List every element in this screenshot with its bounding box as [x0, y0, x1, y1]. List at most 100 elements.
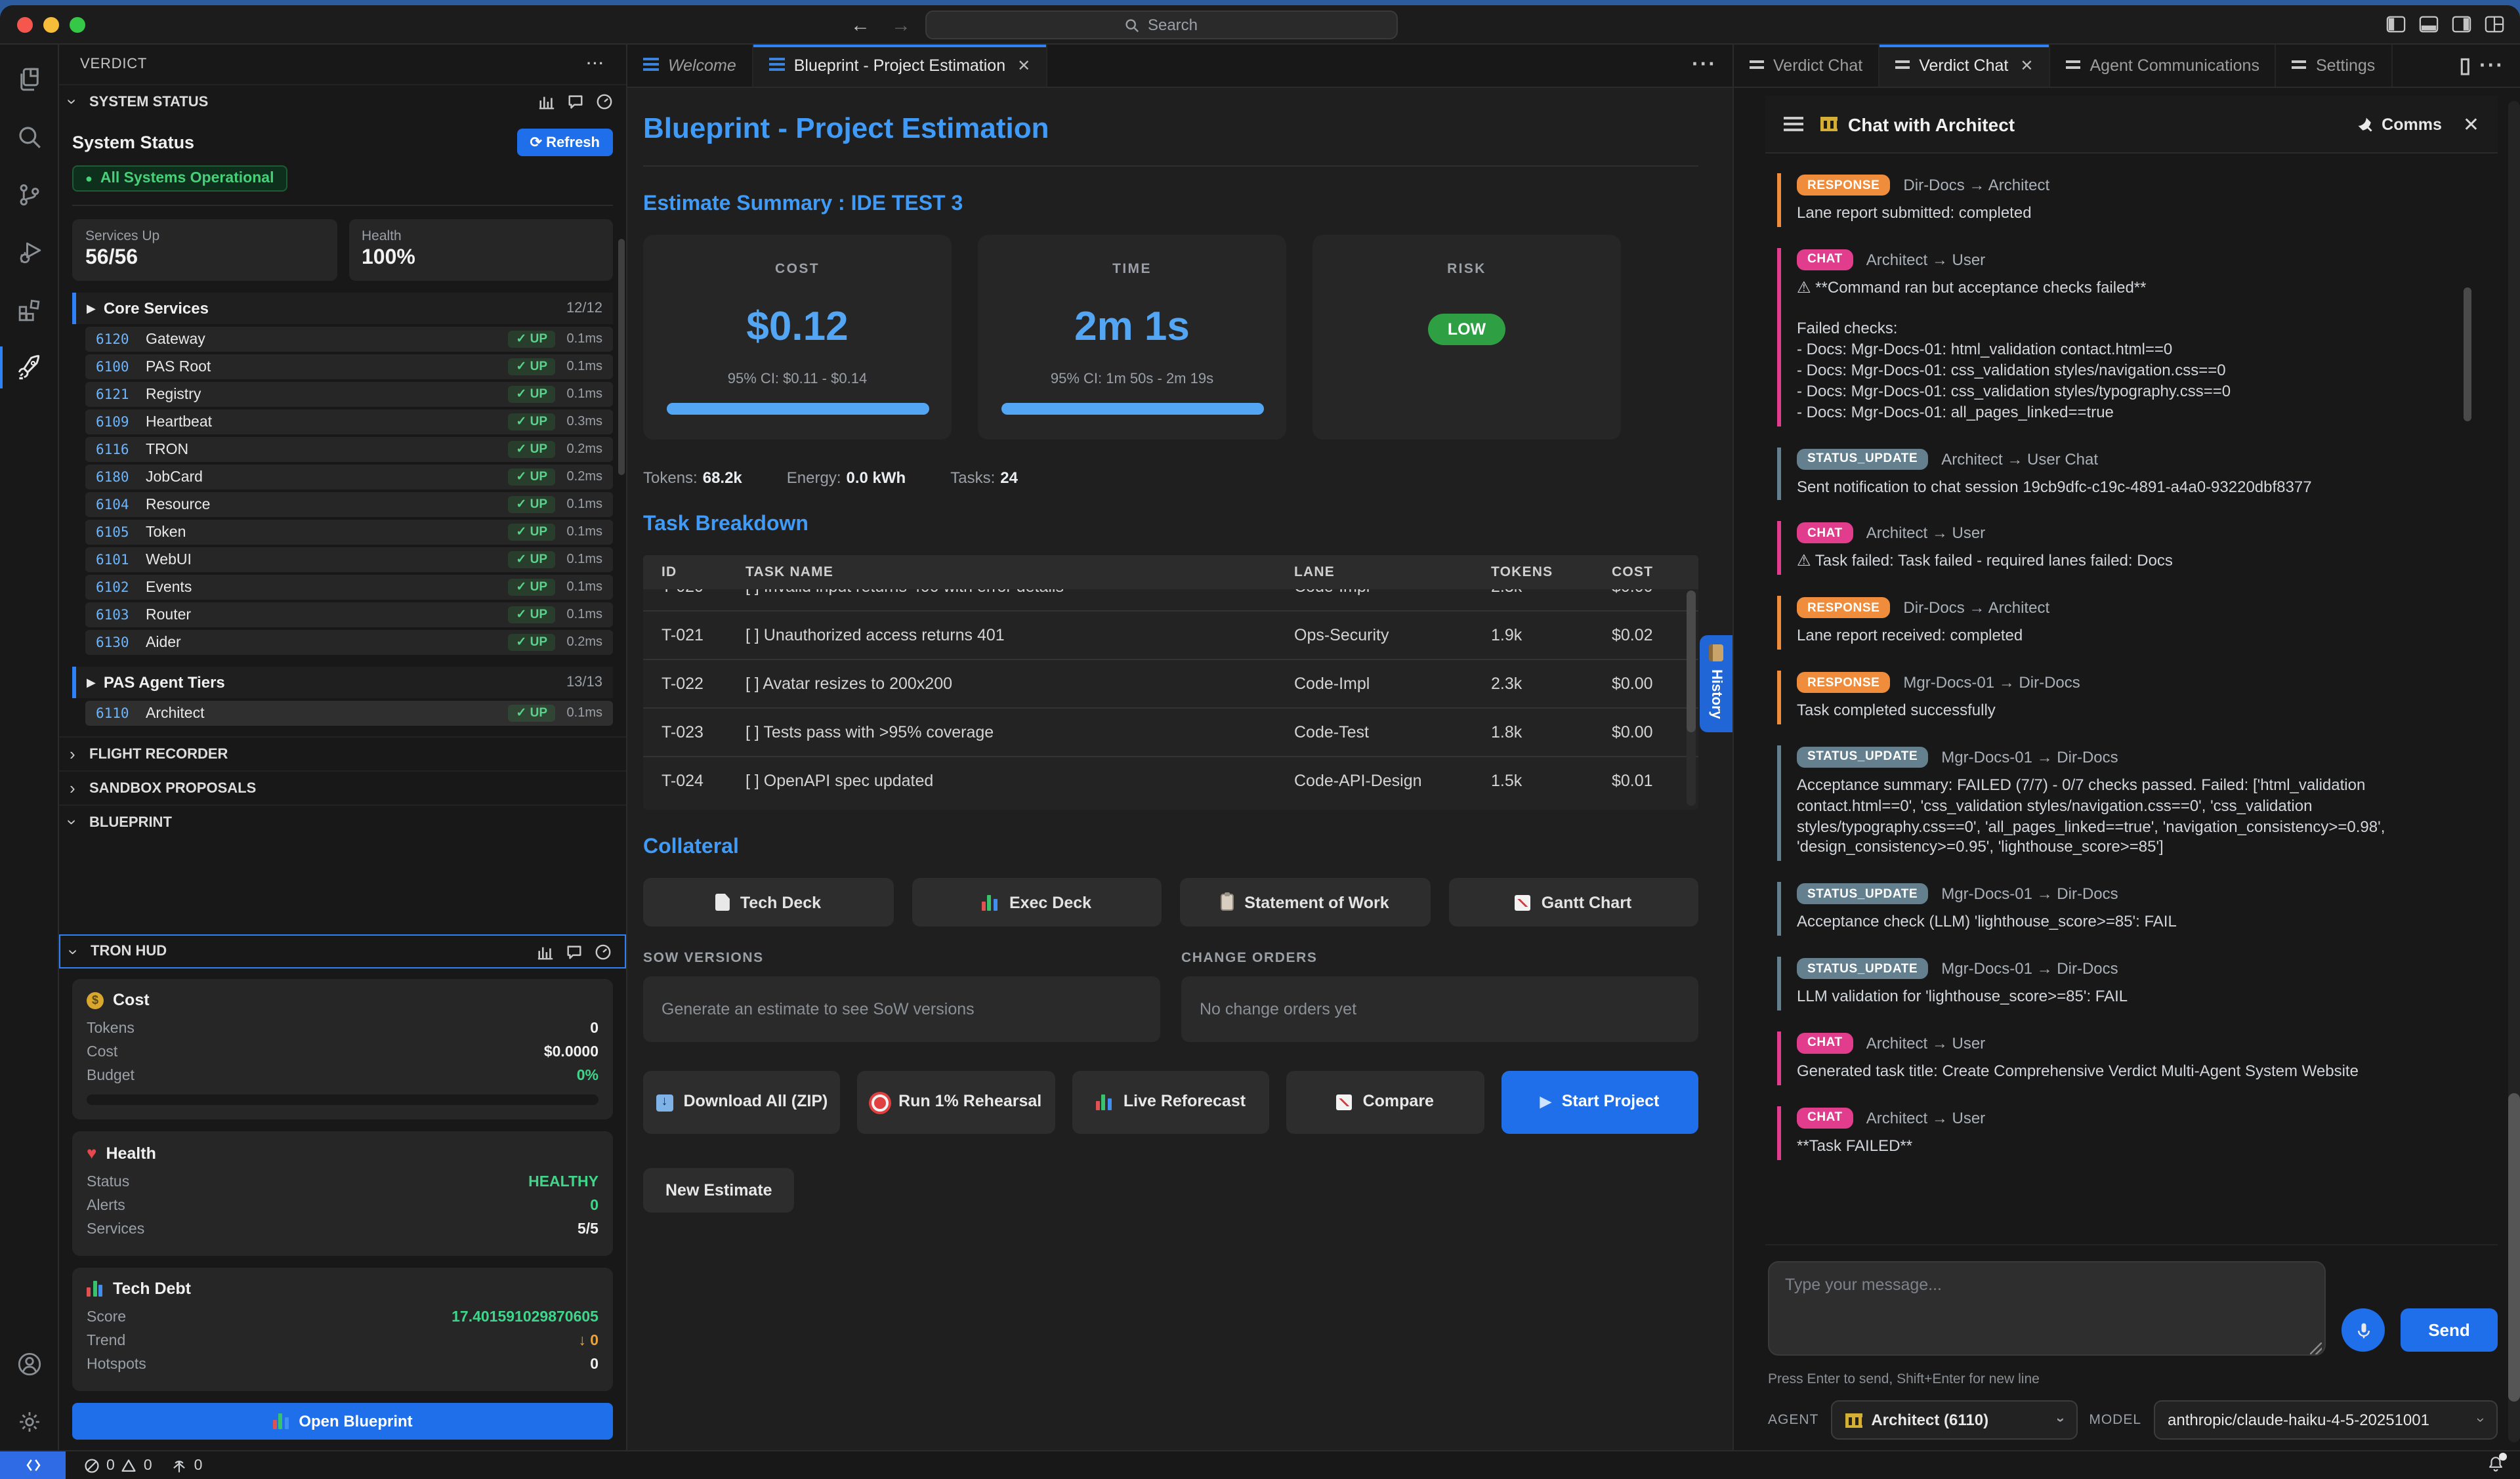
- tab-agent-communications[interactable]: Agent Communications: [2051, 45, 2277, 87]
- new-estimate-button[interactable]: New Estimate: [643, 1168, 795, 1213]
- section-sandbox-proposals[interactable]: SANDBOX PROPOSALS: [59, 770, 626, 804]
- close-window-button[interactable]: [17, 17, 33, 33]
- service-row[interactable]: 6116 TRON UP 0.2ms: [85, 437, 613, 462]
- chat-message[interactable]: STATUS_UPDATE Mgr-Docs-01 → Dir-Docs Acc…: [1777, 883, 2474, 936]
- service-row[interactable]: 6120 Gateway UP 0.1ms: [85, 327, 613, 352]
- remote-indicator[interactable]: [0, 1451, 66, 1479]
- ports-indicator[interactable]: 0: [171, 1457, 203, 1473]
- section-system-status[interactable]: SYSTEM STATUS: [59, 84, 626, 118]
- chat-message[interactable]: CHAT Architect → User ⚠ **Command ran bu…: [1777, 248, 2474, 427]
- start-project-button[interactable]: Start Project: [1501, 1071, 1698, 1134]
- chat-message[interactable]: STATUS_UPDATE Architect → User Chat Sent…: [1777, 447, 2474, 501]
- chat-message[interactable]: RESPONSE Dir-Docs → Architect Lane repor…: [1777, 596, 2474, 650]
- close-icon[interactable]: ✕: [2020, 56, 2033, 75]
- chat-message[interactable]: STATUS_UPDATE Mgr-Docs-01 → Dir-Docs Acc…: [1777, 745, 2474, 862]
- layout-grid-icon[interactable]: [2485, 14, 2504, 34]
- close-icon[interactable]: ✕: [1017, 56, 1030, 75]
- refresh-button[interactable]: ⟳ Refresh: [517, 129, 614, 156]
- table-row[interactable]: T-021 [ ] Unauthorized access returns 40…: [643, 610, 1698, 659]
- tab-blueprint-project-estimation[interactable]: Blueprint - Project Estimation ✕: [753, 45, 1048, 87]
- chat-message[interactable]: CHAT Architect → User Generated task tit…: [1777, 1031, 2474, 1085]
- search-input[interactable]: Search: [925, 10, 1398, 39]
- problems-indicator[interactable]: 0 0: [84, 1457, 152, 1473]
- message-input[interactable]: [1768, 1261, 2326, 1356]
- download-all-button[interactable]: Download All (ZIP): [643, 1071, 841, 1134]
- table-row[interactable]: T-022 [ ] Avatar resizes to 200x200 Code…: [643, 659, 1698, 707]
- table-row[interactable]: T-023 [ ] Tests pass with >95% coverage …: [643, 707, 1698, 756]
- service-row[interactable]: 6110 Architect UP 0.1ms: [85, 701, 613, 726]
- tab-welcome[interactable]: Welcome: [627, 45, 753, 87]
- account-button[interactable]: [0, 1335, 58, 1392]
- service-group-header[interactable]: ▶ PAS Agent Tiers 13/13: [72, 667, 613, 698]
- service-row[interactable]: 6102 Events UP 0.1ms: [85, 575, 613, 600]
- message-scrollbar-thumb[interactable]: [2464, 287, 2471, 421]
- table-row[interactable]: T-024 [ ] OpenAPI spec updated Code-API-…: [643, 756, 1698, 804]
- sidebar-item-run-debug[interactable]: [0, 223, 58, 281]
- service-row[interactable]: 6100 PAS Root UP 0.1ms: [85, 354, 613, 379]
- comms-button[interactable]: Comms: [2355, 115, 2442, 133]
- tab-settings[interactable]: Settings: [2277, 45, 2392, 87]
- history-tab[interactable]: History: [1700, 635, 1732, 732]
- bar-chart-icon[interactable]: [538, 93, 555, 110]
- notifications-button[interactable]: [2487, 1455, 2504, 1476]
- service-row[interactable]: 6104 Resource UP 0.1ms: [85, 492, 613, 517]
- back-arrow-icon[interactable]: ←: [850, 14, 870, 36]
- service-row[interactable]: 6103 Router UP 0.1ms: [85, 602, 613, 627]
- menu-icon[interactable]: [1784, 117, 1803, 131]
- panel-right-icon[interactable]: [2452, 14, 2471, 34]
- chat-message[interactable]: RESPONSE Mgr-Docs-01 → Dir-Docs Task com…: [1777, 671, 2474, 724]
- tab-verdict-chat-2[interactable]: Verdict Chat ✕: [1880, 45, 2050, 87]
- table-scrollbar-thumb[interactable]: [1687, 591, 1696, 732]
- gantt-chart-button[interactable]: Gantt Chart: [1448, 878, 1698, 927]
- live-reforecast-button[interactable]: Live Reforecast: [1072, 1071, 1270, 1134]
- comment-icon[interactable]: [567, 93, 584, 110]
- service-row[interactable]: 6130 Aider UP 0.2ms: [85, 630, 613, 655]
- resize-handle[interactable]: [2310, 1343, 2322, 1354]
- service-row[interactable]: 6101 WebUI UP 0.1ms: [85, 547, 613, 572]
- sidebar-item-extensions[interactable]: [0, 281, 58, 339]
- sidebar-item-search[interactable]: [0, 108, 58, 165]
- table-row[interactable]: T-020 [ ] Invalid input returns 400 with…: [643, 589, 1698, 610]
- chat-message[interactable]: RESPONSE Dir-Docs → Architect Lane repor…: [1777, 173, 2474, 227]
- panel-left-icon[interactable]: [2386, 14, 2406, 34]
- chat-scrollbar-thumb[interactable]: [2508, 1094, 2520, 1402]
- run-rehearsal-button[interactable]: Run 1% Rehearsal: [858, 1071, 1055, 1134]
- sidebar-item-explorer[interactable]: [0, 50, 58, 108]
- comment-icon[interactable]: [566, 943, 583, 960]
- maximize-window-button[interactable]: [70, 17, 85, 33]
- model-select[interactable]: anthropic/claude-haiku-4-5-20251001 ›: [2153, 1400, 2498, 1440]
- service-row[interactable]: 6109 Heartbeat UP 0.3ms: [85, 409, 613, 434]
- chat-message[interactable]: CHAT Architect → User **Task FAILED**: [1777, 1106, 2474, 1159]
- statement-of-work-button[interactable]: Statement of Work: [1180, 878, 1430, 927]
- service-row[interactable]: 6180 JobCard UP 0.2ms: [85, 465, 613, 490]
- chat-message[interactable]: STATUS_UPDATE Mgr-Docs-01 → Dir-Docs LLM…: [1777, 957, 2474, 1010]
- settings-button[interactable]: [0, 1392, 58, 1450]
- sidebar-item-verdict[interactable]: [0, 339, 58, 396]
- send-button[interactable]: Send: [2401, 1308, 2498, 1352]
- section-blueprint[interactable]: BLUEPRINT: [59, 804, 626, 839]
- exec-deck-button[interactable]: Exec Deck: [912, 878, 1162, 927]
- chat-message[interactable]: CHAT Architect → User ⚠ Task failed: Tas…: [1777, 522, 2474, 575]
- sidebar-scrollbar[interactable]: [618, 239, 625, 475]
- service-row[interactable]: 6121 Registry UP 0.1ms: [85, 382, 613, 407]
- panel-bottom-icon[interactable]: [2419, 14, 2439, 34]
- minimize-window-button[interactable]: [43, 17, 59, 33]
- sidebar-more-icon[interactable]: ···: [587, 56, 605, 72]
- compare-button[interactable]: Compare: [1286, 1071, 1484, 1134]
- gauge-icon[interactable]: [596, 93, 613, 110]
- service-group-header[interactable]: ▶ Core Services 12/12: [72, 293, 613, 324]
- section-flight-recorder[interactable]: FLIGHT RECORDER: [59, 736, 626, 770]
- panel-tab-actions-icon[interactable]: ▯ ···: [2444, 52, 2520, 79]
- tech-deck-button[interactable]: Tech Deck: [643, 878, 893, 927]
- voice-input-button[interactable]: [2342, 1308, 2385, 1352]
- forward-arrow-icon[interactable]: →: [891, 14, 911, 36]
- close-icon[interactable]: ✕: [2463, 112, 2479, 136]
- section-tron-hud[interactable]: TRON HUD: [59, 934, 626, 969]
- editor-tab-actions-icon[interactable]: ···: [1676, 54, 1732, 77]
- bar-chart-icon[interactable]: [537, 943, 554, 960]
- table-scrollbar[interactable]: [1687, 591, 1696, 806]
- tab-verdict-chat-1[interactable]: Verdict Chat: [1734, 45, 1880, 87]
- agent-select[interactable]: Architect (6110) ›: [1830, 1400, 2077, 1440]
- sidebar-item-source-control[interactable]: [0, 165, 58, 223]
- service-row[interactable]: 6105 Token UP 0.1ms: [85, 520, 613, 545]
